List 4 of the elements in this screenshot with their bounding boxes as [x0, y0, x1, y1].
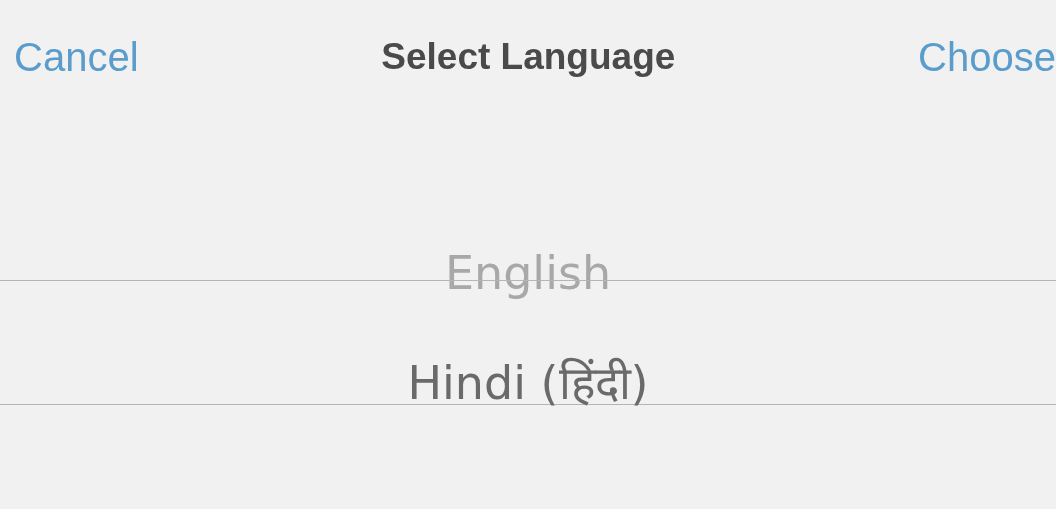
choose-button[interactable]: Choose: [918, 34, 1056, 80]
language-option[interactable]: Hindi (हिंदी): [407, 350, 649, 412]
screen-title: Select Language: [381, 36, 676, 78]
cancel-button[interactable]: Cancel: [14, 34, 139, 80]
